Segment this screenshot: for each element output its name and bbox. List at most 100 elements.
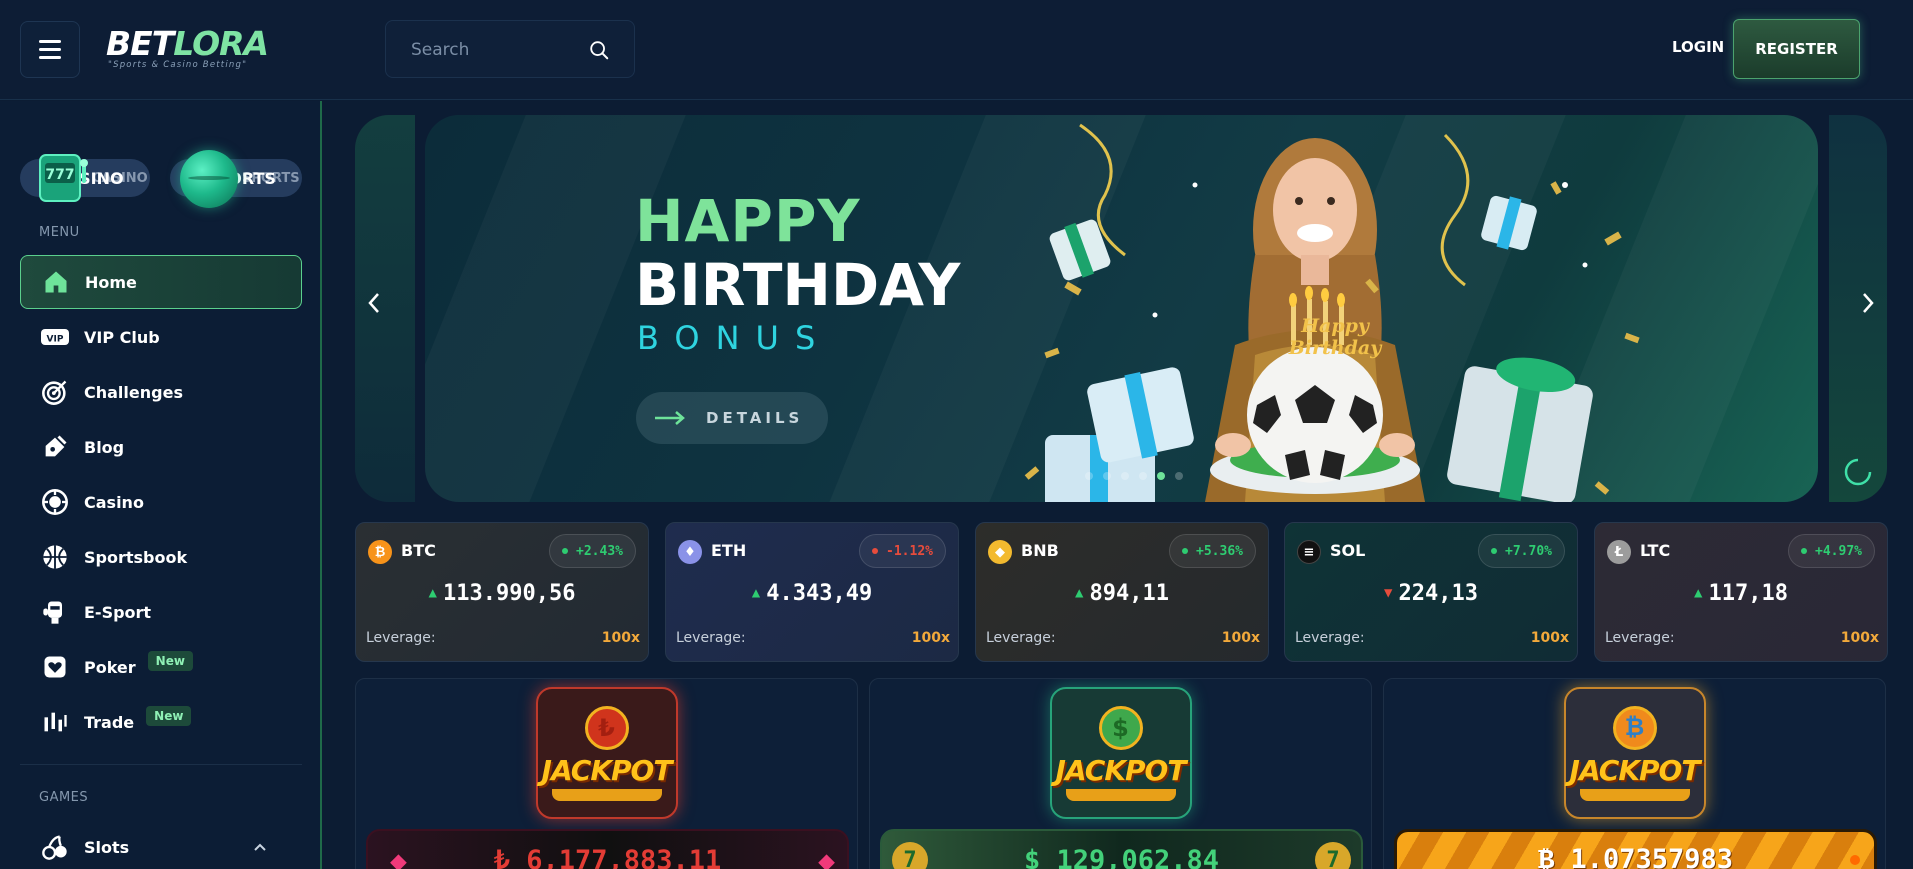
cake-topper-text: Happy Birthday bbox=[1288, 315, 1382, 359]
ticker-card-ltc[interactable]: Ł LTC +4.97% ▲ 117,18 Leverage: 100x bbox=[1594, 522, 1888, 662]
sidebar-item-vip-club[interactable]: VIP VIP Club bbox=[20, 310, 302, 364]
sidebar-item-e-sport[interactable]: E-Sport bbox=[20, 585, 302, 639]
chevron-right-icon bbox=[1863, 293, 1874, 313]
birthday-woman-illustration bbox=[1045, 123, 1593, 502]
hamburger-icon bbox=[39, 40, 61, 43]
carousel-dots bbox=[1085, 472, 1183, 480]
carousel-dot[interactable] bbox=[1139, 472, 1147, 480]
loading-spinner-icon bbox=[1844, 458, 1872, 486]
bnb-coin-icon: ◆ bbox=[988, 540, 1012, 564]
vip-icon: VIP bbox=[40, 322, 70, 352]
leverage-value: 100x bbox=[1221, 630, 1260, 646]
sidebar-item-blog[interactable]: Blog bbox=[20, 420, 302, 474]
lira-coin-icon: ₺ bbox=[584, 705, 629, 750]
arrow-right-icon bbox=[655, 411, 685, 425]
sidebar-item-poker[interactable]: Poker New bbox=[20, 640, 302, 694]
top-header: BETLORA "Sports & Casino Betting" Search… bbox=[0, 0, 1913, 100]
site-logo[interactable]: BETLORA "Sports & Casino Betting" bbox=[106, 24, 269, 70]
ltc-coin-icon: Ł bbox=[1607, 540, 1631, 564]
chip-icon bbox=[40, 487, 70, 517]
jackpot-amount: ₿ 1.07357983 bbox=[1394, 829, 1877, 869]
cherries-icon bbox=[40, 832, 70, 862]
diamond-icon: ◆ bbox=[390, 843, 407, 869]
banner-title-bonus: BONUS bbox=[637, 319, 832, 357]
poker-icon bbox=[40, 652, 70, 682]
sidebar: CASINO CASINO 777 SPORTS SPORTS MENU Hom… bbox=[0, 101, 322, 869]
login-button[interactable]: LOGIN bbox=[1672, 38, 1724, 56]
sol-coin-icon: ≡ bbox=[1297, 540, 1321, 564]
svg-text:VIP: VIP bbox=[47, 335, 64, 345]
leverage-value: 100x bbox=[911, 630, 950, 646]
change-badge: -1.12% bbox=[859, 534, 946, 568]
basketball-icon bbox=[40, 542, 70, 572]
sidebar-item-home[interactable]: Home bbox=[20, 255, 302, 309]
ticker-card-sol[interactable]: ≡ SOL +7.70% ▼ 224,13 Leverage: 100x bbox=[1284, 522, 1578, 662]
search-icon[interactable] bbox=[588, 39, 610, 61]
carousel-prev-button[interactable] bbox=[359, 283, 389, 323]
leverage-value: 100x bbox=[601, 630, 640, 646]
games-heading: GAMES bbox=[39, 790, 89, 805]
ticker-price: ▼ 224,13 bbox=[1384, 581, 1478, 606]
sidebar-item-slots[interactable]: Slots bbox=[20, 820, 302, 869]
sidebar-divider bbox=[20, 764, 302, 765]
ticker-price: ▲ 113.990,56 bbox=[428, 581, 576, 606]
blog-icon bbox=[40, 432, 70, 462]
btc-coin-icon: ₿ bbox=[368, 540, 392, 564]
sidebar-item-casino[interactable]: Casino bbox=[20, 475, 302, 529]
carousel-dot[interactable] bbox=[1103, 472, 1111, 480]
lucky-seven-icon: 7 bbox=[1315, 842, 1351, 869]
jackpot-badge: $ JACKPOT bbox=[1049, 687, 1192, 819]
carousel-dot[interactable] bbox=[1175, 472, 1183, 480]
carousel-next-button[interactable] bbox=[1853, 283, 1883, 323]
new-badge: New bbox=[147, 651, 193, 671]
jackpot-amount: 7 $ 129,062.84 7 bbox=[880, 829, 1363, 869]
banner-title-happy: HAPPY bbox=[635, 187, 861, 255]
ticker-card-btc[interactable]: ₿ BTC +2.43% ▲ 113.990,56 Leverage: 100x bbox=[355, 522, 649, 662]
bitcoin-coin-icon: ₿ bbox=[1612, 705, 1657, 750]
menu-heading: MENU bbox=[39, 225, 80, 240]
esport-icon bbox=[40, 597, 70, 627]
change-badge: +5.36% bbox=[1169, 534, 1256, 568]
lucky-seven-icon: 7 bbox=[892, 842, 928, 869]
sidebar-item-sportsbook[interactable]: Sportsbook bbox=[20, 530, 302, 584]
logo-tagline: "Sports & Casino Betting" bbox=[108, 60, 248, 70]
chevron-left-icon bbox=[368, 293, 379, 313]
birthday-bonus-banner[interactable]: HAPPY BIRTHDAY BONUS DETAILS Happy Birth… bbox=[425, 115, 1818, 502]
jackpot-badge: ₺ JACKPOT bbox=[535, 687, 678, 819]
change-badge: +2.43% bbox=[549, 534, 636, 568]
ticker-card-eth[interactable]: ♦ ETH -1.12% ▲ 4.343,49 Leverage: 100x bbox=[665, 522, 959, 662]
new-badge: New bbox=[146, 706, 192, 726]
chevron-up-icon[interactable] bbox=[252, 839, 268, 855]
ticker-price: ▲ 894,11 bbox=[1075, 581, 1169, 606]
carousel-dot-active[interactable] bbox=[1157, 472, 1165, 480]
slot-machine-icon: 777 bbox=[39, 154, 88, 202]
sidebar-item-challenges[interactable]: Challenges bbox=[20, 365, 302, 419]
register-button[interactable]: REGISTER bbox=[1733, 19, 1860, 79]
promo-carousel: HAPPY BIRTHDAY BONUS DETAILS Happy Birth… bbox=[355, 115, 1887, 502]
trade-icon bbox=[40, 707, 70, 737]
ticker-card-bnb[interactable]: ◆ BNB +5.36% ▲ 894,11 Leverage: 100x bbox=[975, 522, 1269, 662]
ticker-price: ▲ 4.343,49 bbox=[751, 581, 873, 606]
carousel-dot[interactable] bbox=[1085, 472, 1093, 480]
sports-ball-icon bbox=[180, 150, 238, 208]
svg-text:777: 777 bbox=[45, 167, 74, 183]
banner-title-birthday: BIRTHDAY bbox=[635, 251, 961, 319]
change-badge: +7.70% bbox=[1478, 534, 1565, 568]
leverage-value: 100x bbox=[1840, 630, 1879, 646]
indicator-dot-icon bbox=[1850, 855, 1860, 865]
diamond-icon: ◆ bbox=[818, 843, 835, 869]
carousel-dot[interactable] bbox=[1121, 472, 1129, 480]
target-icon bbox=[40, 377, 70, 407]
jackpot-amount: ◆ ₺ 6,177,883.11 ◆ bbox=[366, 829, 849, 869]
jackpot-card-btc[interactable]: ₿ JACKPOT ₿ 1.07357983 bbox=[1383, 678, 1886, 869]
banner-details-button[interactable]: DETAILS bbox=[636, 392, 828, 444]
search-input[interactable]: Search bbox=[385, 20, 635, 78]
ticker-price: ▲ 117,18 bbox=[1694, 581, 1788, 606]
leverage-value: 100x bbox=[1530, 630, 1569, 646]
sidebar-item-trade[interactable]: Trade New bbox=[20, 695, 302, 749]
change-badge: +4.97% bbox=[1788, 534, 1875, 568]
jackpot-card-try[interactable]: ₺ JACKPOT ◆ ₺ 6,177,883.11 ◆ bbox=[355, 678, 858, 869]
jackpot-card-usd[interactable]: $ JACKPOT 7 $ 129,062.84 7 bbox=[869, 678, 1372, 869]
eth-coin-icon: ♦ bbox=[678, 540, 702, 564]
menu-toggle-button[interactable] bbox=[20, 21, 80, 78]
